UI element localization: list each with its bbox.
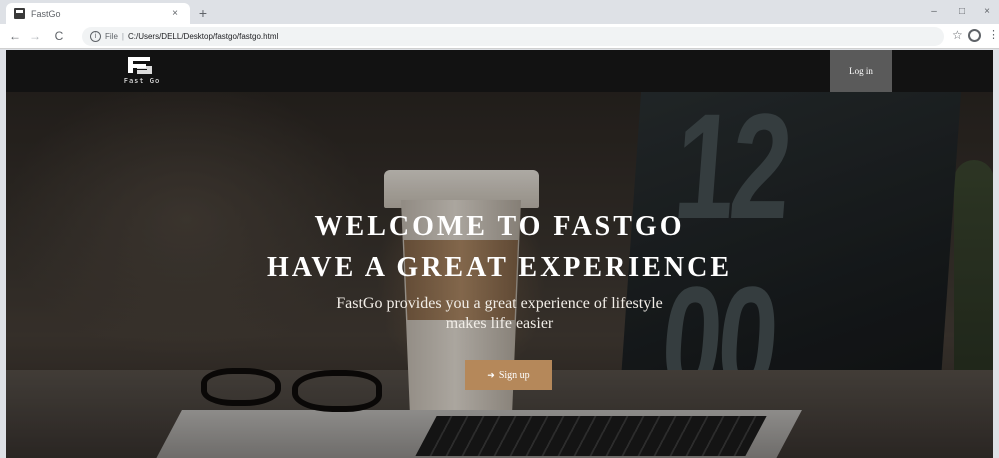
reload-button[interactable]: C xyxy=(50,28,68,45)
site-logo[interactable]: Fast Go xyxy=(118,55,178,91)
back-button[interactable]: ← xyxy=(6,28,24,45)
url-separator: | xyxy=(121,32,124,41)
hero-title-line-2: HAVE A GREAT EXPERIENCE xyxy=(267,252,732,283)
hero-subtitle-line-2: makes life easier xyxy=(445,315,554,332)
info-icon[interactable]: i xyxy=(90,31,101,42)
url-text[interactable]: C:/Users/DELL/Desktop/fastgo/fastgo.html xyxy=(128,32,278,41)
address-bar[interactable]: i File | C:/Users/DELL/Desktop/fastgo/fa… xyxy=(82,27,944,46)
signup-button[interactable]: ➜ Sign up xyxy=(465,360,552,390)
new-tab-button[interactable]: + xyxy=(194,4,212,22)
signup-label: Sign up xyxy=(498,369,530,381)
page-favicon-icon xyxy=(14,8,25,19)
tab-close-button[interactable]: × xyxy=(168,8,182,19)
fastgo-logo-icon xyxy=(128,57,152,74)
minimize-button[interactable]: – xyxy=(922,4,946,20)
star-icon[interactable]: ☆ xyxy=(952,28,963,42)
tab-title: FastGo xyxy=(31,8,61,19)
tab-fastgo[interactable]: FastGo × xyxy=(6,3,190,24)
url-scheme-label: File xyxy=(105,32,118,41)
browser-toolbar: ← → C i File | C:/Users/DELL/Desktop/fas… xyxy=(0,24,999,49)
tab-strip: FastGo × + – □ × xyxy=(0,0,999,24)
site-navbar: Fast Go Log in xyxy=(6,50,993,92)
maximize-button[interactable]: □ xyxy=(950,4,974,20)
page-viewport: 12 00 Fast Go Log in WELCOME TO FASTGO H… xyxy=(6,50,993,458)
login-button[interactable]: Log in xyxy=(830,50,892,92)
kebab-menu-icon[interactable]: ⋮ xyxy=(988,28,999,41)
logo-text: Fast Go xyxy=(123,77,161,85)
close-window-button[interactable]: × xyxy=(975,4,999,20)
hero-content: WELCOME TO FASTGO HAVE A GREAT EXPERIENC… xyxy=(6,210,993,334)
profile-icon[interactable] xyxy=(968,29,981,42)
hero-subtitle-line-1: FastGo provides you a great experience o… xyxy=(336,295,663,312)
sign-in-icon: ➜ xyxy=(487,369,495,380)
hero-title-line-1: WELCOME TO FASTGO xyxy=(314,211,685,242)
hero-subtitle: FastGo provides you a great experience o… xyxy=(6,294,993,334)
forward-button[interactable]: → xyxy=(26,28,44,45)
